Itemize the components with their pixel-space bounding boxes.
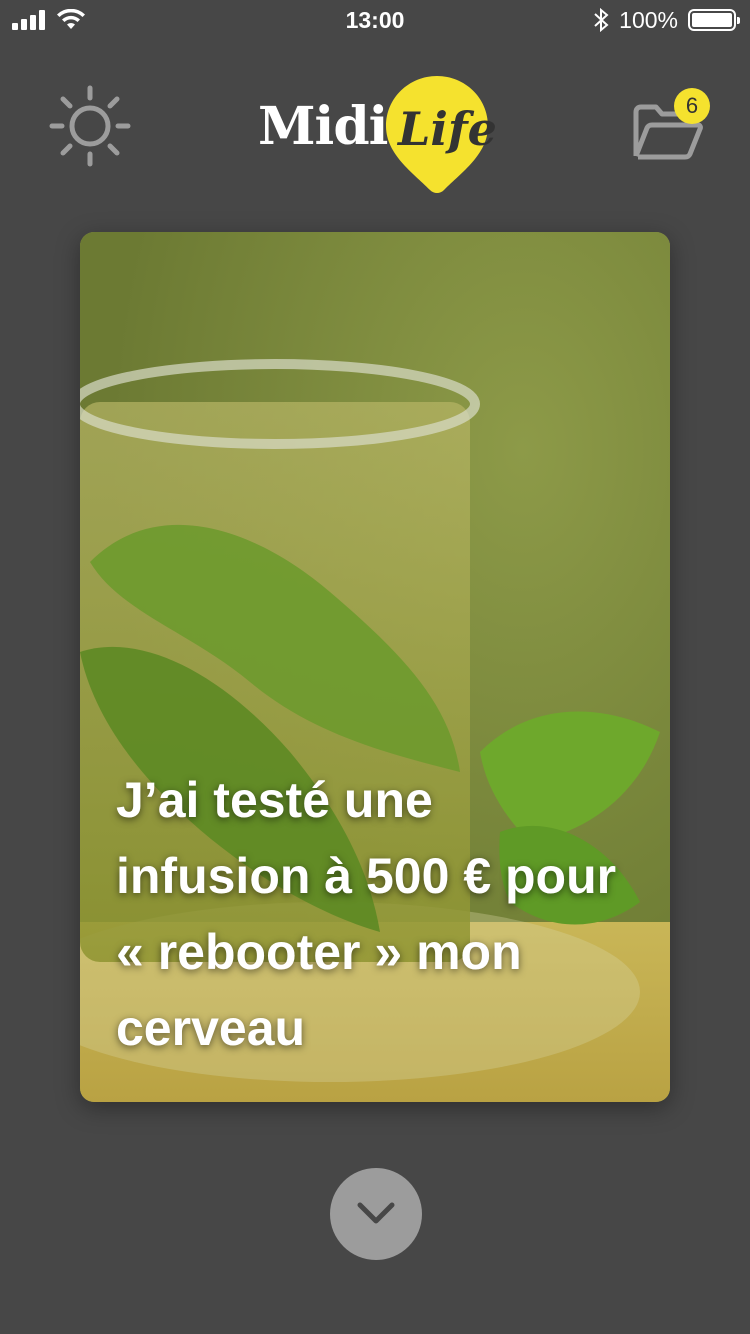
chevron-down-icon [357, 1202, 395, 1224]
status-left [12, 9, 232, 31]
app-header: Midi Life 6 [0, 60, 750, 210]
folder-badge: 6 [674, 88, 710, 124]
battery-icon [688, 9, 740, 31]
wifi-icon [57, 9, 85, 29]
next-article-button[interactable] [330, 1168, 422, 1260]
status-bar: 13:00 100% [0, 0, 750, 40]
sun-icon [49, 85, 131, 167]
logo-midi-text: Midi [258, 96, 388, 157]
bluetooth-icon [594, 8, 609, 32]
battery-percent: 100% [619, 6, 678, 33]
saved-articles-button[interactable]: 6 [630, 88, 710, 160]
article-card[interactable]: J’ai testé une infusion à 500 € pour « r… [80, 232, 670, 1102]
article-title: J’ai testé une infusion à 500 € pour « r… [116, 772, 617, 1056]
battery-fill [692, 13, 732, 27]
midilife-logo: Midi Life [258, 72, 498, 202]
cellular-signal-icon [12, 10, 45, 30]
logo-life-text: Life [398, 102, 497, 156]
theme-toggle-button[interactable] [48, 84, 132, 168]
status-right: 100% [516, 6, 740, 34]
